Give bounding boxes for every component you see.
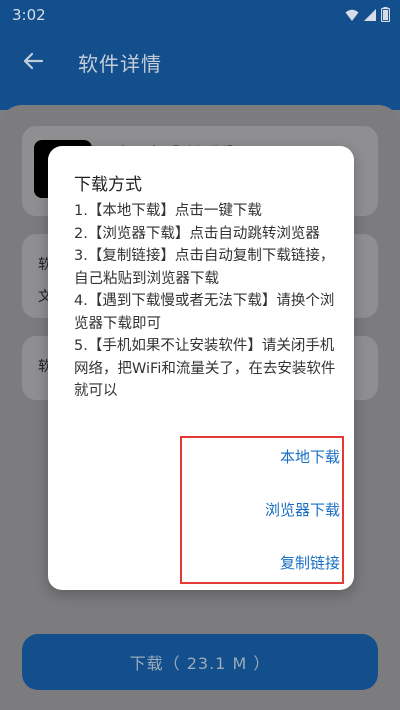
- back-button[interactable]: [18, 46, 48, 76]
- download-method-dialog: 下载方式 1.【本地下载】点击一键下载 2.【浏览器下载】点击自动跳转浏览器 3…: [48, 146, 354, 590]
- dialog-body: 1.【本地下载】点击一键下载 2.【浏览器下载】点击自动跳转浏览器 3.【复制链…: [74, 200, 344, 403]
- browser-download-button[interactable]: 浏览器下载: [265, 499, 340, 520]
- copy-link-button[interactable]: 复制链接: [280, 552, 340, 573]
- wifi-icon: [345, 9, 359, 21]
- dialog-line-2: 2.【浏览器下载】点击自动跳转浏览器: [74, 225, 320, 242]
- status-bar: 3:02: [0, 0, 400, 32]
- dialog-line-1: 1.【本地下载】点击一键下载: [74, 203, 262, 219]
- dialog-line-5: 5.【手机如果不让安装软件】请关闭手机网络，把WiFi和流量关了，在去安装软件就…: [74, 338, 336, 399]
- dialog-title: 下载方式: [74, 175, 142, 195]
- arrow-left-icon: [23, 52, 44, 70]
- status-time: 3:02: [12, 6, 46, 24]
- page-title: 软件详情: [78, 52, 162, 76]
- signal-icon: [364, 8, 376, 21]
- battery-icon: [381, 7, 390, 22]
- local-download-button[interactable]: 本地下载: [280, 446, 340, 467]
- status-icons: [345, 7, 390, 22]
- download-button-label: 下载（ 23.1 M ）: [129, 654, 271, 673]
- dialog-line-4: 4.【遇到下载慢或者无法下载】请换个浏览器下载即可: [74, 293, 335, 332]
- dialog-line-3: 3.【复制链接】点击自动复制下载链接，自己粘贴到浏览器下载: [74, 248, 335, 287]
- app-bar: 软件详情: [0, 32, 400, 110]
- download-button[interactable]: 下载（ 23.1 M ）: [22, 634, 378, 690]
